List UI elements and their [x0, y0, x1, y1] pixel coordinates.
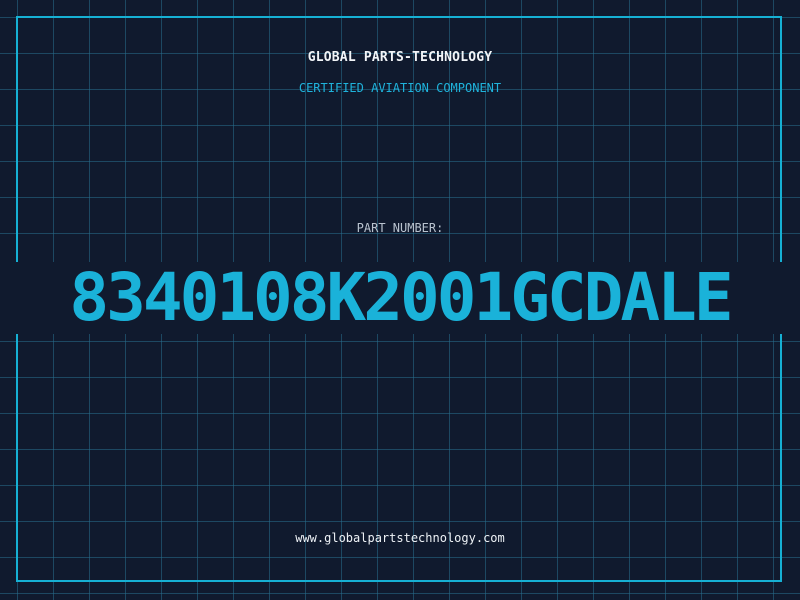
- part-number-band: 8340108K2001GCDALE: [0, 262, 800, 334]
- part-number-value: 8340108K2001GCDALE: [69, 259, 733, 336]
- website-url: www.globalpartstechnology.com: [295, 531, 505, 545]
- certificate-card: GLOBAL PARTS-TECHNOLOGY CERTIFIED AVIATI…: [0, 0, 800, 600]
- certification-tagline: CERTIFIED AVIATION COMPONENT: [298, 81, 502, 95]
- company-name: GLOBAL PARTS-TECHNOLOGY: [307, 50, 493, 65]
- part-number-label: PART NUMBER:: [356, 221, 444, 235]
